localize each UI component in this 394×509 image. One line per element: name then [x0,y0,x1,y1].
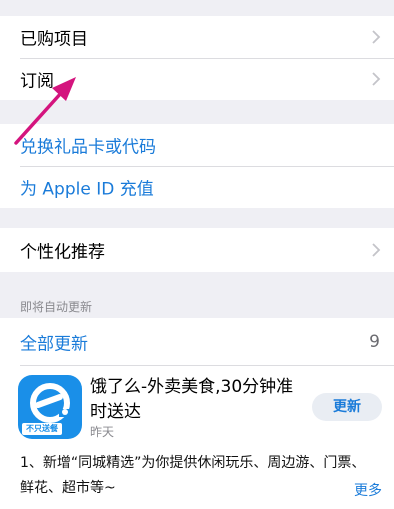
update-button[interactable]: 更新 [312,393,382,421]
add-funds-link[interactable]: 为 Apple ID 充值 [20,175,154,200]
row-separator [20,365,394,366]
update-all-link[interactable]: 全部更新 [20,330,88,355]
subscriptions-label: 订阅 [20,71,54,92]
purchased-label: 已购项目 [20,29,88,50]
subscriptions-row[interactable]: 订阅 [0,58,394,100]
update-count: 9 [369,332,380,352]
personalized-row[interactable]: 个性化推荐 [0,229,394,271]
upcoming-updates-header: 即将自动更新 [20,300,93,314]
app-icon-tag: 不只送餐 [22,423,62,435]
app-update-date: 昨天 [90,425,115,439]
funds-group: 兑换礼品卡或代码 为 Apple ID 充值 [0,124,394,208]
personalized-group: 个性化推荐 [0,228,394,272]
chevron-right-icon [372,243,381,257]
add-funds-row[interactable]: 为 Apple ID 充值 [0,166,394,208]
eleme-app-icon[interactable]: 不只送餐 [18,375,82,439]
release-notes: 1、新增“同城精选”为你提供休闲玩乐、周边游、门票、鲜花、超市等~ [20,455,366,496]
personalized-label: 个性化推荐 [20,242,105,263]
purchased-row[interactable]: 已购项目 [0,16,394,58]
chevron-right-icon [372,72,381,86]
app-name[interactable]: 饿了么-外卖美食,30分钟准时送达 [90,375,300,425]
redeem-row[interactable]: 兑换礼品卡或代码 [0,124,394,166]
redeem-link[interactable]: 兑换礼品卡或代码 [20,133,156,158]
more-link[interactable]: 更多 [354,480,382,500]
account-group: 已购项目 订阅 [0,16,394,100]
update-all-row: 全部更新 9 [0,320,394,364]
chevron-right-icon [372,30,381,44]
